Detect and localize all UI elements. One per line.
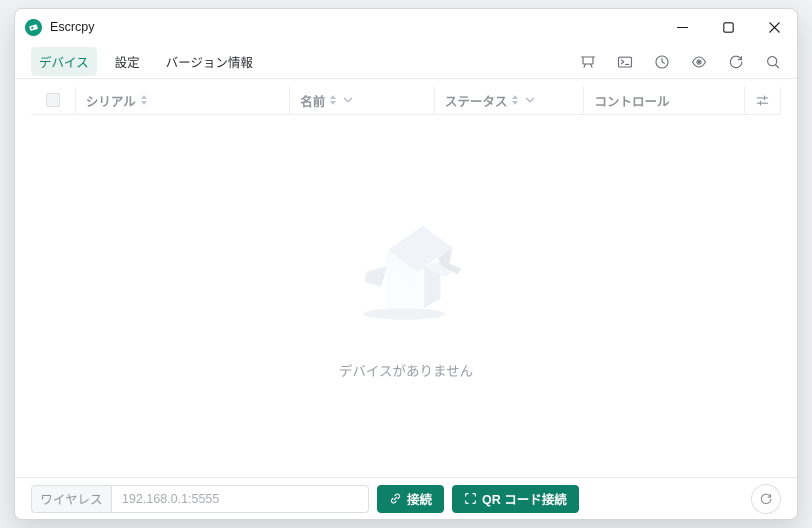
window-controls <box>659 9 797 45</box>
window-title: Escrcpy <box>50 20 95 34</box>
column-header-control: コントロール <box>584 86 744 114</box>
column-header-serial[interactable]: シリアル <box>76 86 291 114</box>
app-window: Escrcpy デバイス 設定 バージョン情報 シリアル 名前 ステータス コン… <box>14 8 798 520</box>
column-label-control: コントロール <box>594 94 670 109</box>
select-all-checkbox[interactable] <box>45 93 60 107</box>
device-table-header: シリアル 名前 ステータス コントロール <box>31 86 781 115</box>
minimize-button[interactable] <box>659 9 705 45</box>
qr-scan-icon <box>465 493 476 504</box>
terminal-window-icon[interactable] <box>617 54 633 70</box>
sort-caret-icon <box>512 95 519 105</box>
preview-eye-icon[interactable] <box>691 54 707 70</box>
wireless-address-input[interactable] <box>111 484 369 513</box>
maximize-button[interactable] <box>705 9 751 45</box>
column-label-serial: シリアル <box>85 94 136 109</box>
search-icon[interactable] <box>765 54 781 70</box>
data-board-icon[interactable] <box>580 54 596 70</box>
toolbar <box>580 54 781 70</box>
refresh-devices-icon[interactable] <box>728 54 744 70</box>
sort-caret-icon <box>330 95 337 105</box>
history-clock-icon[interactable] <box>654 54 670 70</box>
restart-adb-button[interactable] <box>751 483 781 514</box>
refresh-icon <box>760 493 772 504</box>
connect-button[interactable]: 接続 <box>377 484 445 513</box>
device-table: シリアル 名前 ステータス コントロール <box>15 79 797 115</box>
column-header-status[interactable]: ステータス <box>435 86 585 114</box>
wireless-label: ワイヤレス <box>31 484 111 513</box>
close-button[interactable] <box>751 9 797 45</box>
qr-connect-button[interactable]: QR コード接続 <box>452 484 579 513</box>
titlebar: Escrcpy <box>15 9 797 45</box>
filter-chevron-icon[interactable] <box>525 95 535 105</box>
filter-chevron-icon[interactable] <box>343 95 353 105</box>
footer-bar: ワイヤレス 接続 QR コード接続 <box>15 477 797 519</box>
connection-link-icon <box>390 493 401 504</box>
empty-message: デバイスがありません <box>338 364 474 379</box>
qr-connect-button-label: QR コード接続 <box>482 493 567 507</box>
tab-bar: デバイス 設定 バージョン情報 <box>15 45 797 79</box>
app-logo-icon <box>25 18 42 36</box>
wireless-address-group: ワイヤレス <box>31 484 369 513</box>
select-all-cell <box>31 86 76 114</box>
column-label-status: ステータス <box>444 94 508 109</box>
tab-settings[interactable]: 設定 <box>107 47 148 76</box>
sort-caret-icon <box>140 95 147 105</box>
connect-button-label: 接続 <box>407 493 433 507</box>
column-header-name[interactable]: 名前 <box>290 86 435 114</box>
device-list-empty-state: デバイスがありません <box>15 115 797 477</box>
empty-box-illustration <box>363 225 462 320</box>
column-settings-icon[interactable] <box>744 86 781 114</box>
tab-version-info[interactable]: バージョン情報 <box>158 47 261 76</box>
column-label-name: 名前 <box>300 94 326 109</box>
tab-devices[interactable]: デバイス <box>31 47 97 76</box>
